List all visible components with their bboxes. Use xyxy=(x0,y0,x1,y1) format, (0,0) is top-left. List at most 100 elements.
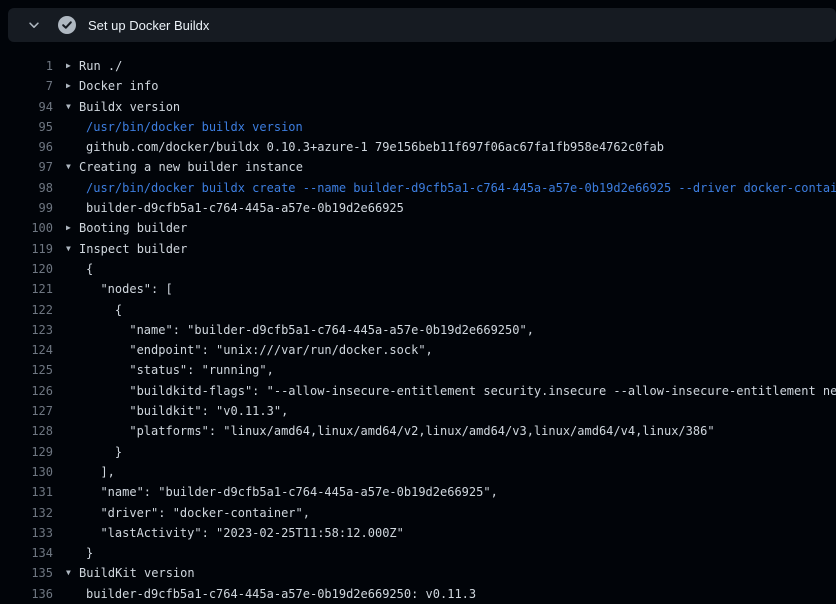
log-line-text: ], xyxy=(66,462,115,482)
log-line-text: "platforms": "linux/amd64,linux/amd64/v2… xyxy=(66,421,715,441)
line-number[interactable]: 126 xyxy=(0,381,53,401)
log-line-row: 123 "name": "builder-d9cfb5a1-c764-445a-… xyxy=(0,320,836,340)
log-line-text: /usr/bin/docker buildx version xyxy=(66,117,303,137)
line-number[interactable]: 121 xyxy=(0,279,53,299)
log-line-text: } xyxy=(66,442,122,462)
line-number[interactable]: 1 xyxy=(0,56,53,76)
log-line-text: "lastActivity": "2023-02-25T11:58:12.000… xyxy=(66,523,404,543)
log-group-title: Run ./ xyxy=(79,56,122,76)
log-group-title: Docker info xyxy=(79,76,158,96)
log-group-toggle[interactable]: ▶Docker info xyxy=(66,76,158,96)
check-circle-icon xyxy=(58,16,76,34)
line-number[interactable]: 128 xyxy=(0,421,53,441)
log-line-row: 130 ], xyxy=(0,462,836,482)
log-line-text: "nodes": [ xyxy=(66,279,173,299)
log-line-text: "status": "running", xyxy=(66,360,274,380)
line-number[interactable]: 129 xyxy=(0,442,53,462)
log-line-row: 126 "buildkitd-flags": "--allow-insecure… xyxy=(0,381,836,401)
log-line-row: 128 "platforms": "linux/amd64,linux/amd6… xyxy=(0,421,836,441)
log-output: 1▶Run ./7▶Docker info94▼Buildx version95… xyxy=(0,42,836,604)
line-number[interactable]: 122 xyxy=(0,300,53,320)
log-line-row: 127 "buildkit": "v0.11.3", xyxy=(0,401,836,421)
log-group-toggle[interactable]: ▼Creating a new builder instance xyxy=(66,157,303,177)
log-line-row: 120 { xyxy=(0,259,836,279)
log-line-row: 121 "nodes": [ xyxy=(0,279,836,299)
log-line-row: 122 { xyxy=(0,300,836,320)
log-group-title: Inspect builder xyxy=(79,239,187,259)
log-line-row: 133 "lastActivity": "2023-02-25T11:58:12… xyxy=(0,523,836,543)
log-line-text: "driver": "docker-container", xyxy=(66,503,310,523)
line-number[interactable]: 97 xyxy=(0,157,53,177)
step-title: Set up Docker Buildx xyxy=(88,18,209,33)
line-number[interactable]: 131 xyxy=(0,482,53,502)
log-line-row: 124 "endpoint": "unix:///var/run/docker.… xyxy=(0,340,836,360)
log-group-row: 135 ▼BuildKit version xyxy=(0,563,836,583)
line-number[interactable]: 135 xyxy=(0,563,53,583)
log-line-text: { xyxy=(66,259,93,279)
log-line-text: /usr/bin/docker buildx create --name bui… xyxy=(66,178,836,198)
line-number[interactable]: 98 xyxy=(0,178,53,198)
log-group-row: 97 ▼Creating a new builder instance xyxy=(0,157,836,177)
triangle-right-icon[interactable]: ▶ xyxy=(66,218,79,238)
log-group-title: Creating a new builder instance xyxy=(79,157,303,177)
log-line-row: 96 github.com/docker/buildx 0.10.3+azure-… xyxy=(0,137,836,157)
log-line-row: 134} xyxy=(0,543,836,563)
log-group-row: 100 ▶Booting builder xyxy=(0,218,836,238)
line-number[interactable]: 99 xyxy=(0,198,53,218)
log-line-text: { xyxy=(66,300,122,320)
line-number[interactable]: 95 xyxy=(0,117,53,137)
line-number[interactable]: 127 xyxy=(0,401,53,421)
log-group-toggle[interactable]: ▶Run ./ xyxy=(66,56,122,76)
line-number[interactable]: 7 xyxy=(0,76,53,96)
line-number[interactable]: 94 xyxy=(0,97,53,117)
triangle-right-icon[interactable]: ▶ xyxy=(66,76,79,96)
line-number[interactable]: 100 xyxy=(0,218,53,238)
log-line-row: 99 builder-d9cfb5a1-c764-445a-a57e-0b19d2… xyxy=(0,198,836,218)
line-number[interactable]: 134 xyxy=(0,543,53,563)
log-group-title: BuildKit version xyxy=(79,563,195,583)
log-line-text: "buildkitd-flags": "--allow-insecure-ent… xyxy=(66,381,836,401)
log-line-row: 132 "driver": "docker-container", xyxy=(0,503,836,523)
line-number[interactable]: 125 xyxy=(0,360,53,380)
log-line-text: "name": "builder-d9cfb5a1-c764-445a-a57e… xyxy=(66,320,534,340)
log-line-text: "endpoint": "unix:///var/run/docker.sock… xyxy=(66,340,433,360)
line-number[interactable]: 120 xyxy=(0,259,53,279)
line-number[interactable]: 96 xyxy=(0,137,53,157)
log-group-toggle[interactable]: ▶Booting builder xyxy=(66,218,187,238)
line-number[interactable]: 133 xyxy=(0,523,53,543)
log-group-toggle[interactable]: ▼Buildx version xyxy=(66,97,180,117)
line-number[interactable]: 132 xyxy=(0,503,53,523)
log-group-toggle[interactable]: ▼Inspect builder xyxy=(66,239,187,259)
triangle-down-icon[interactable]: ▼ xyxy=(66,97,79,117)
triangle-right-icon[interactable]: ▶ xyxy=(66,56,79,76)
log-line-text: } xyxy=(66,543,93,563)
triangle-down-icon[interactable]: ▼ xyxy=(66,157,79,177)
log-group-toggle[interactable]: ▼BuildKit version xyxy=(66,563,195,583)
log-group-row: 1 ▶Run ./ xyxy=(0,56,836,76)
step-header[interactable]: Set up Docker Buildx xyxy=(8,8,836,42)
triangle-down-icon[interactable]: ▼ xyxy=(66,563,79,583)
log-group-row: 94 ▼Buildx version xyxy=(0,97,836,117)
log-line-text: "buildkit": "v0.11.3", xyxy=(66,401,288,421)
log-group-title: Booting builder xyxy=(79,218,187,238)
line-number[interactable]: 136 xyxy=(0,584,53,604)
log-line-text: builder-d9cfb5a1-c764-445a-a57e-0b19d2e6… xyxy=(66,584,476,604)
log-line-row: 95/usr/bin/docker buildx version xyxy=(0,117,836,137)
log-line-text: "name": "builder-d9cfb5a1-c764-445a-a57e… xyxy=(66,482,498,502)
log-group-row: 7 ▶Docker info xyxy=(0,76,836,96)
log-group-row: 119 ▼Inspect builder xyxy=(0,239,836,259)
log-line-row: 125 "status": "running", xyxy=(0,360,836,380)
log-line-row: 98/usr/bin/docker buildx create --name b… xyxy=(0,178,836,198)
log-line-row: 129 } xyxy=(0,442,836,462)
log-line-row: 131 "name": "builder-d9cfb5a1-c764-445a-… xyxy=(0,482,836,502)
log-line-text: github.com/docker/buildx 0.10.3+azure-1 … xyxy=(66,137,664,157)
line-number[interactable]: 123 xyxy=(0,320,53,340)
line-number[interactable]: 124 xyxy=(0,340,53,360)
log-line-text: builder-d9cfb5a1-c764-445a-a57e-0b19d2e6… xyxy=(66,198,404,218)
line-number[interactable]: 119 xyxy=(0,239,53,259)
triangle-down-icon[interactable]: ▼ xyxy=(66,239,79,259)
log-group-title: Buildx version xyxy=(79,97,180,117)
log-line-row: 136 builder-d9cfb5a1-c764-445a-a57e-0b19d… xyxy=(0,584,836,604)
line-number[interactable]: 130 xyxy=(0,462,53,482)
chevron-down-icon[interactable] xyxy=(26,17,42,33)
